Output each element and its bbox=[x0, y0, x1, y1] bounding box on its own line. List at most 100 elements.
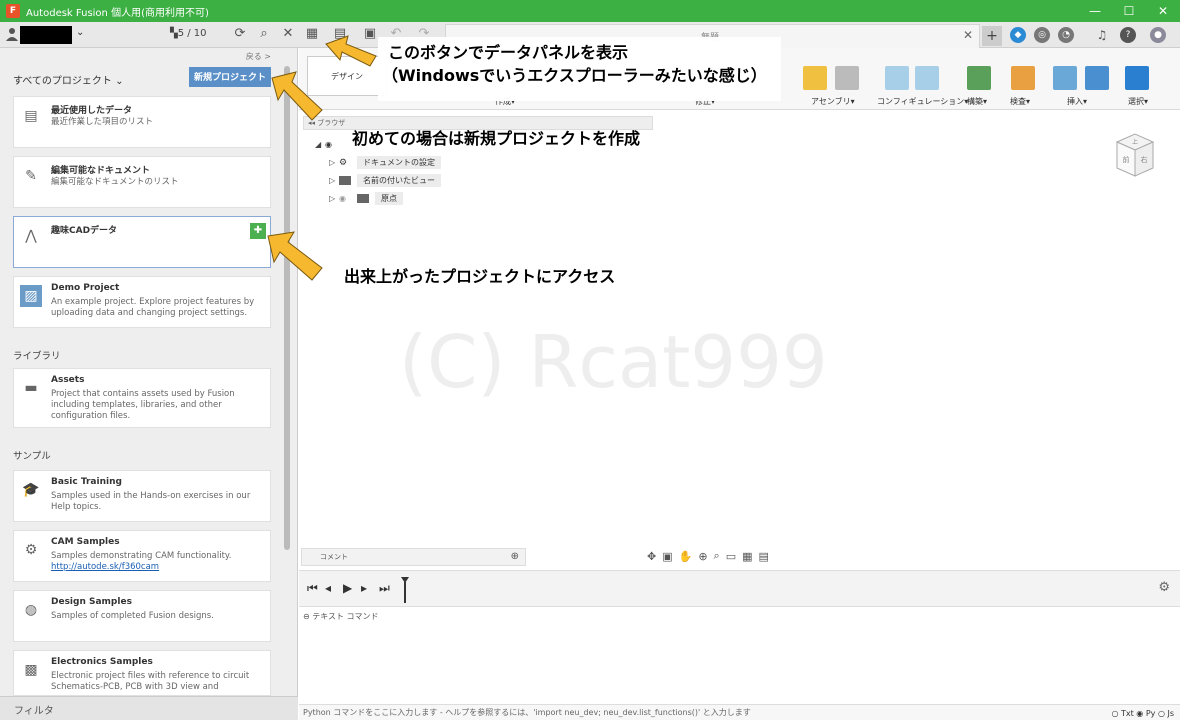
construct-menu[interactable]: 構築▾ bbox=[967, 96, 987, 107]
viewcube-top-face[interactable]: 上 bbox=[1132, 138, 1138, 146]
data-panel-grid-icon[interactable]: ▦ bbox=[304, 26, 320, 42]
python-command-input[interactable]: Python コマンドをここに入力します - ヘルプを参照するには、'impor… bbox=[299, 704, 1180, 720]
tree-item-origin[interactable]: ▷ ◉ 原点 bbox=[329, 191, 403, 205]
display-settings-icon[interactable]: ▭ bbox=[726, 550, 736, 563]
user-icon[interactable] bbox=[6, 27, 18, 41]
library-card-assets[interactable]: ▬ Assets Project that contains assets us… bbox=[13, 368, 271, 428]
text-command-panel: ⊖ テキスト コマンド Python コマンドをここに入力します - ヘルプを参… bbox=[299, 606, 1180, 720]
add-comment-icon[interactable]: ⊕ bbox=[511, 549, 519, 565]
editable-documents-card[interactable]: ✎ 編集可能なドキュメント 編集可能なドキュメントのリスト bbox=[13, 156, 271, 208]
viewcube-front-face[interactable]: 前 bbox=[1123, 155, 1130, 164]
timeline-marker[interactable] bbox=[401, 577, 409, 603]
chevron-down-icon[interactable]: ⌄ bbox=[76, 27, 84, 38]
online-status-icon[interactable]: ◎ bbox=[1034, 27, 1050, 43]
sample-card-electronics[interactable]: ▩ Electronics Samples Electronic project… bbox=[13, 650, 271, 696]
expand-icon[interactable]: ◢ bbox=[315, 140, 325, 149]
folder-icon bbox=[357, 193, 369, 203]
job-status-icon[interactable]: ◔ bbox=[1058, 27, 1074, 43]
extensions-icon[interactable]: ◆ bbox=[1010, 27, 1026, 43]
joint-icon[interactable] bbox=[835, 66, 859, 90]
close-icon[interactable]: ✕ bbox=[280, 26, 296, 42]
back-link[interactable]: 戻る > bbox=[246, 51, 271, 62]
maximize-button[interactable]: ☐ bbox=[1112, 0, 1146, 22]
mode-radio-py[interactable]: ◉ Py bbox=[1136, 709, 1155, 718]
user-name-redacted[interactable] bbox=[20, 26, 72, 44]
pan-hand-icon[interactable]: ✋ bbox=[679, 550, 693, 563]
timeline-settings-gear-icon[interactable]: ⚙ bbox=[1158, 580, 1170, 595]
tree-root-row[interactable]: ◢ ◉ bbox=[315, 138, 341, 150]
data-panel-scrollbar[interactable] bbox=[284, 66, 290, 550]
new-tab-button[interactable]: + bbox=[982, 26, 1002, 46]
close-window-button[interactable]: ✕ bbox=[1146, 0, 1180, 22]
sample-card-basic-training[interactable]: 🎓 Basic Training Samples used in the Han… bbox=[13, 470, 271, 522]
visibility-eye-icon[interactable]: ◉ bbox=[325, 140, 335, 149]
configure-icon[interactable] bbox=[885, 66, 909, 90]
insert-link-icon[interactable] bbox=[1053, 66, 1077, 90]
viewcube[interactable]: 上 前 右 bbox=[1107, 124, 1157, 188]
comment-bar[interactable]: コメント ⊕ bbox=[301, 548, 526, 566]
project-card-hobby-cad[interactable]: ⋀ 趣味CADデータ ✚ bbox=[13, 216, 271, 268]
project-card-demo[interactable]: ▨ Demo Project An example project. Explo… bbox=[13, 276, 271, 328]
assemble-menu[interactable]: アセンブリ▾ bbox=[811, 96, 855, 107]
recent-data-card[interactable]: ▤ 最近使用したデータ 最近作業した項目のリスト bbox=[13, 96, 271, 148]
edit-document-icon: ✎ bbox=[25, 168, 37, 184]
timeline-last-icon[interactable]: ⏭ bbox=[379, 581, 390, 596]
insert-image-icon[interactable] bbox=[1085, 66, 1109, 90]
select-cursor-icon[interactable] bbox=[1125, 66, 1149, 90]
cam-samples-link[interactable]: http://autode.sk/f360cam bbox=[51, 562, 261, 573]
expand-icon[interactable]: ▷ bbox=[329, 194, 339, 203]
mode-radio-txt[interactable]: ○ Txt bbox=[1111, 709, 1133, 718]
select-menu[interactable]: 選択▾ bbox=[1128, 96, 1148, 107]
chevron-down-icon: ⌄ bbox=[115, 76, 124, 87]
filter-bar[interactable]: フィルタ bbox=[0, 696, 298, 720]
visibility-eye-icon[interactable]: ◉ bbox=[339, 194, 351, 203]
sample-card-design[interactable]: ◍ Design Samples Samples of completed Fu… bbox=[13, 590, 271, 642]
expand-icon[interactable]: ▷ bbox=[329, 176, 339, 185]
timeline-prev-icon[interactable]: ◂ bbox=[325, 581, 331, 595]
zoom-window-icon[interactable]: ⌕ bbox=[714, 549, 720, 563]
configuration-menu[interactable]: コンフィギュレーション▾ bbox=[877, 96, 968, 107]
collapse-icon[interactable]: ⊖ bbox=[303, 612, 310, 621]
viewcube-right-face[interactable]: 右 bbox=[1141, 155, 1148, 164]
new-component-icon[interactable] bbox=[803, 66, 827, 90]
viewports-icon[interactable]: ▤ bbox=[759, 550, 769, 563]
look-at-icon[interactable]: ▣ bbox=[662, 550, 672, 563]
help-icon[interactable]: ? bbox=[1120, 27, 1136, 43]
job-status[interactable]: ▚5 / 10 bbox=[170, 28, 207, 39]
watermark: (C) Rcat999 bbox=[399, 320, 828, 404]
project-node-icon: ⋀ bbox=[25, 228, 37, 244]
notification-bell-icon[interactable]: ♫ bbox=[1094, 27, 1110, 43]
inspect-menu[interactable]: 検査▾ bbox=[1010, 96, 1030, 107]
offset-plane-icon[interactable] bbox=[967, 66, 991, 90]
shared-project-icon[interactable]: ✚ bbox=[250, 223, 266, 239]
3d-viewport[interactable]: ◂◂ ブラウザ ◢ ◉ ▷ ⚙ ドキュメントの設定 ▷ 名前の付いたビュー ▷ … bbox=[299, 110, 1180, 570]
sample-card-cam[interactable]: ⚙ CAM Samples Samples demonstrating CAM … bbox=[13, 530, 271, 582]
timeline-next-icon[interactable]: ▸ bbox=[361, 581, 367, 595]
grid-settings-icon[interactable]: ▦ bbox=[742, 550, 752, 563]
refresh-icon[interactable]: ⟳ bbox=[232, 26, 248, 42]
annotation-access-project: 出来上がったプロジェクトにアクセス bbox=[344, 267, 616, 286]
new-project-button[interactable]: 新規プロジェクト bbox=[189, 67, 271, 87]
tab-close-icon[interactable]: ✕ bbox=[963, 28, 973, 42]
tree-item-named-views[interactable]: ▷ 名前の付いたビュー bbox=[329, 173, 441, 187]
timeline-first-icon[interactable]: ⏮ bbox=[307, 581, 318, 596]
minimize-button[interactable]: — bbox=[1078, 0, 1112, 22]
configure-table-icon[interactable] bbox=[915, 66, 939, 90]
orbit-icon[interactable]: ✥ bbox=[647, 550, 656, 563]
avatar[interactable]: ● bbox=[1150, 27, 1166, 43]
fusion-app-icon: F bbox=[6, 4, 20, 18]
insert-menu[interactable]: 挿入▾ bbox=[1067, 96, 1087, 107]
graduation-cap-icon: 🎓 bbox=[22, 482, 40, 498]
arrow-to-new-project-button bbox=[271, 71, 323, 121]
annotation-new-project: 初めての場合は新規プロジェクトを作成 bbox=[352, 129, 641, 148]
measure-icon[interactable] bbox=[1011, 66, 1035, 90]
mode-radio-js[interactable]: ○ Js bbox=[1158, 709, 1174, 718]
tree-item-document-settings[interactable]: ▷ ⚙ ドキュメントの設定 bbox=[329, 155, 441, 169]
folder-icon bbox=[339, 175, 351, 185]
zoom-icon[interactable]: ⊕ bbox=[698, 550, 707, 563]
timeline-play-icon[interactable]: ▶ bbox=[343, 581, 352, 595]
expand-icon[interactable]: ▷ bbox=[329, 158, 339, 167]
all-projects-dropdown[interactable]: すべてのプロジェクト ⌄ bbox=[13, 72, 123, 87]
search-icon[interactable]: ⌕ bbox=[256, 26, 272, 42]
electronics-thumbnail: ▩ bbox=[24, 662, 38, 678]
